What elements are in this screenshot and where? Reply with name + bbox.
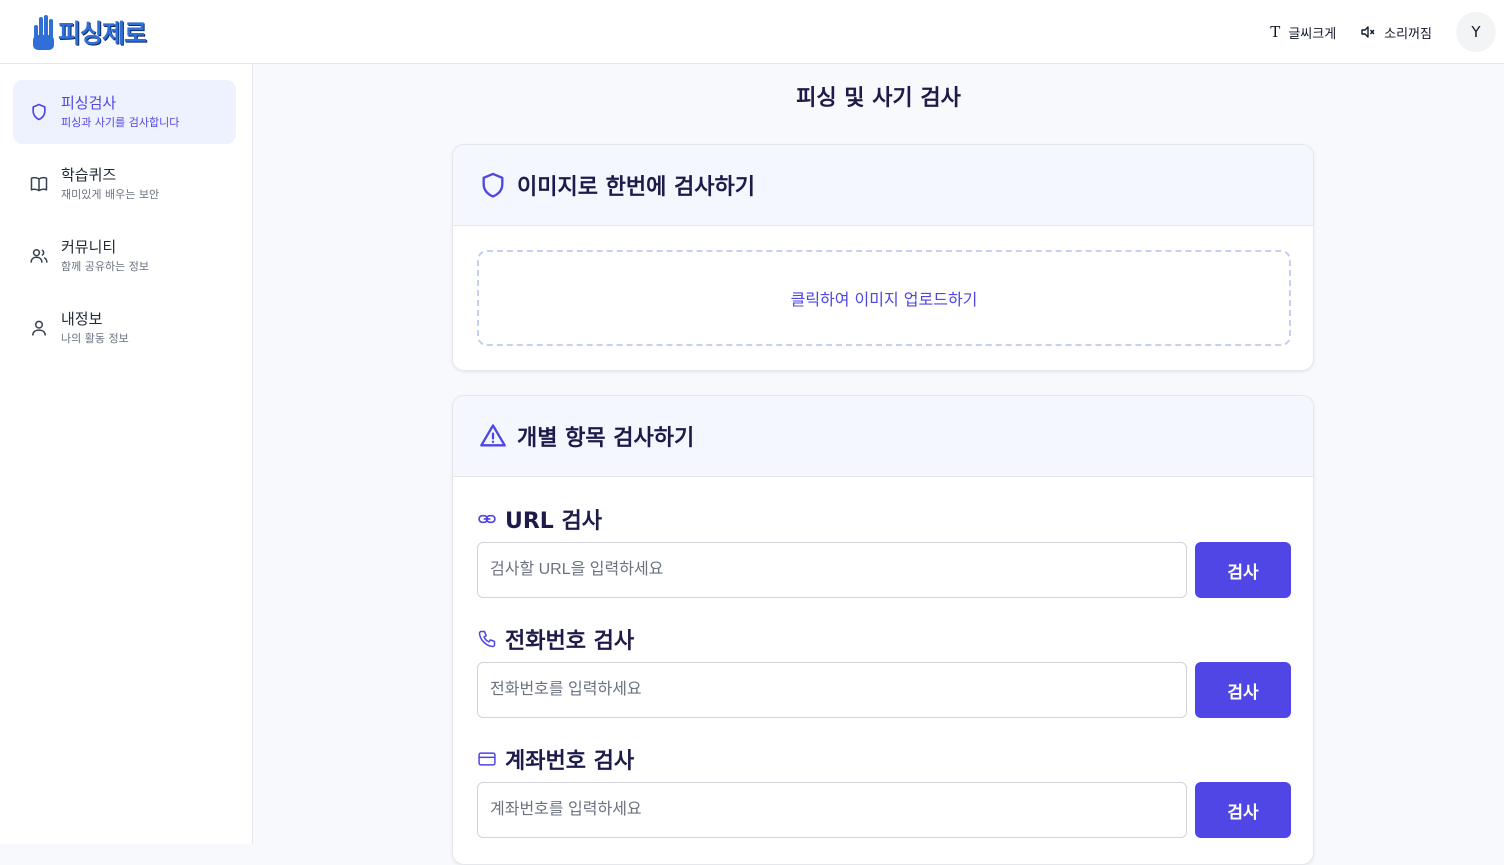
sidebar-item-community[interactable]: 커뮤니티 함께 공유하는 정보 <box>13 224 236 288</box>
sidebar-item-title: 커뮤니티 <box>61 238 117 256</box>
individual-check-card-header: 개별 항목 검사하기 <box>453 396 1313 477</box>
phone-icon <box>478 630 496 648</box>
hand-logo-icon <box>33 15 54 50</box>
user-icon <box>27 316 51 340</box>
sidebar-item-my-info[interactable]: 내정보 나의 활동 정보 <box>13 296 236 360</box>
text-size-icon: T <box>1270 23 1281 41</box>
url-search-button[interactable]: 검사 <box>1195 542 1291 598</box>
sidebar-item-subtitle: 재미있게 배우는 보안 <box>61 188 160 201</box>
font-size-button[interactable]: T 글씨크게 <box>1270 23 1336 42</box>
phone-search-button[interactable]: 검사 <box>1195 662 1291 718</box>
individual-check-card-title: 개별 항목 검사하기 <box>517 426 695 451</box>
credit-card-icon <box>478 752 496 766</box>
top-actions: T 글씨크게 소리꺼짐 Y <box>1270 12 1496 52</box>
app-logo[interactable]: 피싱제로 <box>32 12 147 52</box>
upload-text: 클릭하여 이미지 업로드하기 <box>790 290 978 309</box>
image-upload-dropzone[interactable]: 클릭하여 이미지 업로드하기 <box>477 250 1291 346</box>
shield-icon <box>482 172 504 198</box>
sound-toggle-button[interactable]: 소리꺼짐 <box>1360 23 1432 42</box>
account-check-title: 계좌번호 검사 <box>505 749 635 774</box>
link-icon <box>478 514 496 524</box>
sidebar-item-subtitle: 피싱과 사기를 검사합니다 <box>61 116 180 129</box>
avatar[interactable]: Y <box>1456 12 1496 52</box>
image-check-card-title: 이미지로 한번에 검사하기 <box>517 175 755 200</box>
url-check-title: URL 검사 <box>505 509 602 534</box>
sidebar: 피싱검사 피싱과 사기를 검사합니다 학습퀴즈 재미있게 배우는 보안 커뮤니티… <box>0 64 253 844</box>
page-title: 피싱 및 사기 검사 <box>796 86 961 111</box>
sidebar-item-subtitle: 나의 활동 정보 <box>61 332 129 345</box>
sound-label: 소리꺼짐 <box>1384 26 1432 42</box>
sidebar-item-title: 학습퀴즈 <box>61 166 117 184</box>
book-icon <box>27 172 51 196</box>
url-check-label: URL 검사 <box>477 503 602 535</box>
warning-triangle-icon <box>480 424 506 447</box>
sidebar-item-title: 내정보 <box>61 310 103 328</box>
image-check-card-header: 이미지로 한번에 검사하기 <box>453 145 1313 226</box>
image-check-card: 이미지로 한번에 검사하기 클릭하여 이미지 업로드하기 <box>452 144 1314 371</box>
phone-check-label: 전화번호 검사 <box>477 623 634 655</box>
sidebar-item-subtitle: 함께 공유하는 정보 <box>61 260 149 273</box>
font-size-label: 글씨크게 <box>1288 26 1337 42</box>
account-check-label: 계좌번호 검사 <box>477 743 634 775</box>
url-input[interactable] <box>477 542 1187 598</box>
users-icon <box>27 244 51 268</box>
phone-check-title: 전화번호 검사 <box>505 629 635 654</box>
logo-text: 피싱제로 <box>58 19 147 48</box>
sidebar-item-phishing-check[interactable]: 피싱검사 피싱과 사기를 검사합니다 <box>13 80 236 144</box>
top-bar: 피싱제로 T 글씨크게 소리꺼짐 Y <box>0 0 1504 64</box>
phone-input[interactable] <box>477 662 1187 718</box>
individual-check-card: 개별 항목 검사하기 URL 검사 검사 전화번호 검사 검사 계좌번호 검사 … <box>452 395 1314 865</box>
speaker-muted-icon <box>1361 26 1375 38</box>
sidebar-item-title: 피싱검사 <box>61 94 117 112</box>
account-input[interactable] <box>477 782 1187 838</box>
account-search-button[interactable]: 검사 <box>1195 782 1291 838</box>
sidebar-item-quiz[interactable]: 학습퀴즈 재미있게 배우는 보안 <box>13 152 236 216</box>
shield-icon <box>27 100 51 124</box>
